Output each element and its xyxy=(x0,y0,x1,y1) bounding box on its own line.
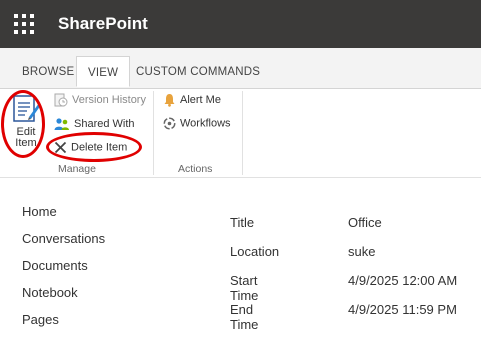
property-label: Start Time xyxy=(230,273,259,303)
people-icon xyxy=(54,118,69,130)
version-history-label: Version History xyxy=(72,93,146,106)
version-history-icon xyxy=(54,93,68,107)
bell-icon xyxy=(164,94,175,107)
tab-custom-commands[interactable]: CUSTOM COMMANDS xyxy=(136,66,260,78)
nav-item-home[interactable]: Home xyxy=(22,204,105,231)
alert-me-button[interactable]: Alert Me xyxy=(163,93,221,107)
app-launcher-waffle-icon[interactable] xyxy=(14,14,34,34)
actions-group-label: Actions xyxy=(178,163,213,175)
shared-with-label: Shared With xyxy=(74,117,135,130)
nav-item-pages[interactable]: Pages xyxy=(22,312,105,339)
group-separator xyxy=(153,91,154,175)
tab-browse[interactable]: BROWSE xyxy=(22,66,74,78)
property-value: 4/9/2025 11:59 PM xyxy=(348,302,457,317)
property-value: suke xyxy=(348,244,376,259)
app-title[interactable]: SharePoint xyxy=(58,14,148,34)
suite-bar: SharePoint xyxy=(0,0,481,48)
nav-item-conversations[interactable]: Conversations xyxy=(22,231,105,258)
manage-group-label: Manage xyxy=(58,163,96,175)
annotation-circle-edit-item xyxy=(1,90,45,158)
property-label: Title xyxy=(230,215,255,230)
alert-me-label: Alert Me xyxy=(180,93,221,106)
nav-item-notebook[interactable]: Notebook xyxy=(22,285,105,312)
shared-with-button[interactable]: Shared With xyxy=(54,117,135,131)
group-separator xyxy=(242,91,243,175)
workflows-label: Workflows xyxy=(180,117,231,130)
ribbon-tab-row: BROWSE VIEW CUSTOM COMMANDS xyxy=(0,48,481,89)
version-history-button[interactable]: Version History xyxy=(54,93,146,107)
workflows-button[interactable]: Workflows xyxy=(163,117,231,130)
property-label: Location xyxy=(230,244,280,259)
property-value: 4/9/2025 12:00 AM xyxy=(348,273,458,288)
nav-item-documents[interactable]: Documents xyxy=(22,258,105,285)
workflow-icon xyxy=(163,117,176,130)
property-value: Office xyxy=(348,215,382,230)
quick-launch-nav: Home Conversations Documents Notebook Pa… xyxy=(22,204,105,339)
tab-view[interactable]: VIEW xyxy=(76,56,131,87)
property-label: End Time xyxy=(230,302,259,332)
annotation-circle-delete-item xyxy=(46,132,142,162)
